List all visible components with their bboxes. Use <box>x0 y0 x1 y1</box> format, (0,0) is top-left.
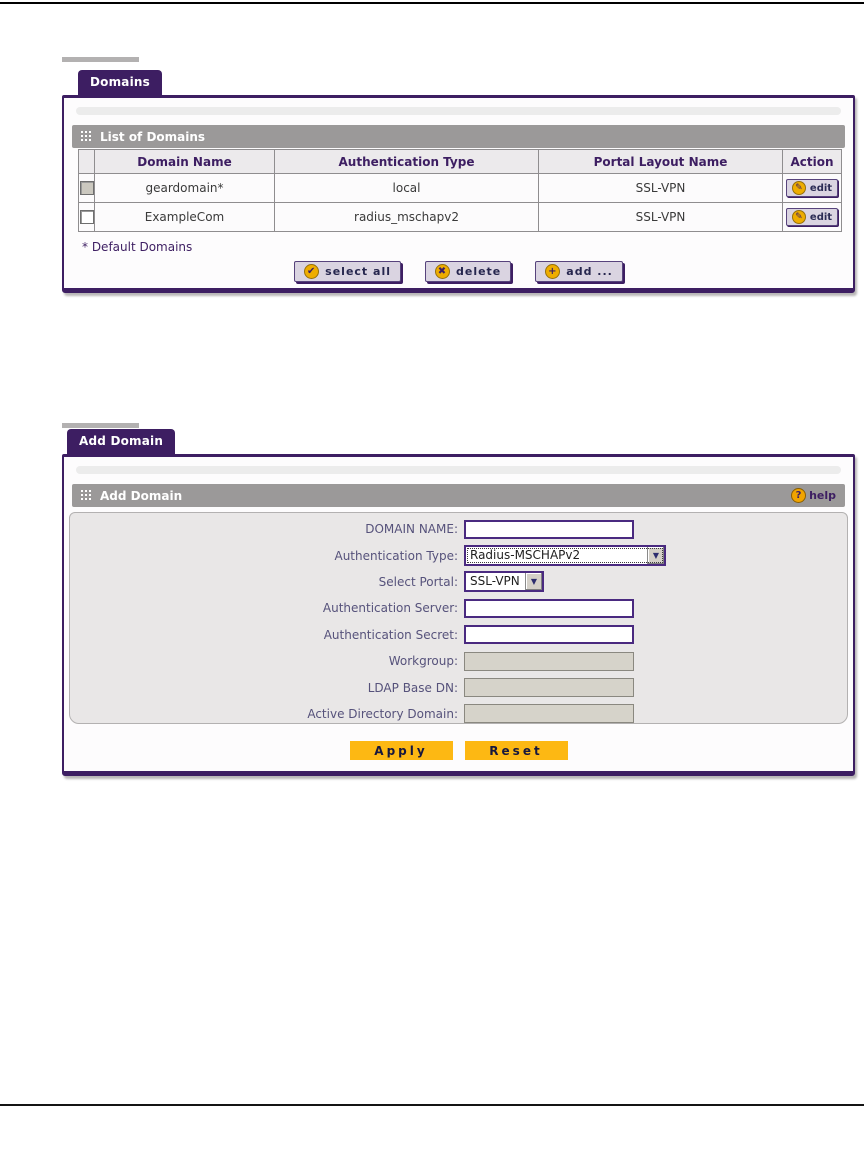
section-title: Add Domain <box>100 488 183 503</box>
authentication-secret-input[interactable] <box>464 625 634 645</box>
edit-button-label: edit <box>809 211 833 223</box>
delete-button[interactable]: ✖ delete <box>424 261 512 282</box>
reset-button[interactable]: Reset <box>464 741 568 760</box>
tab-domains[interactable]: Domains <box>78 70 163 95</box>
section-header-list-of-domains: List of Domains <box>72 125 845 148</box>
cell-domain-name: geardomain* <box>94 173 275 203</box>
column-header-portal-layout-name: Portal Layout Name <box>538 149 783 174</box>
authentication-type-value: Radius-MSCHAPv2 <box>470 548 581 563</box>
section-header-add-domain: Add Domain ? help <box>72 484 845 507</box>
page-bottom-rule <box>0 1104 864 1106</box>
authentication-type-select[interactable]: Radius-MSCHAPv2 ▼ <box>464 545 666 567</box>
cropped-bar <box>62 423 139 428</box>
row-checkbox[interactable] <box>80 181 94 196</box>
domain-name-input[interactable] <box>464 519 634 539</box>
column-header-authentication-type: Authentication Type <box>274 149 539 174</box>
check-icon: ✔ <box>304 264 320 279</box>
chevron-down-icon: ▼ <box>647 547 664 565</box>
toolbar-strip <box>76 466 841 474</box>
domains-table: Domain Name Authentication Type Portal L… <box>78 149 842 232</box>
cell-portal-layout-name: SSL-VPN <box>538 173 783 203</box>
table-actions: ✔ select all ✖ delete + add ... <box>64 261 853 282</box>
select-portal-value: SSL-VPN <box>470 574 520 589</box>
cell-domain-name: ExampleCom <box>94 202 275 232</box>
field-label-active-directory-domain: Active Directory Domain: <box>307 706 458 721</box>
domains-screenshot: Domains List of Domains Domain Name Auth… <box>62 57 855 309</box>
table-row: geardomain* local SSL-VPN ✎ edit <box>78 173 842 203</box>
tab-add-domain[interactable]: Add Domain <box>67 429 176 454</box>
x-icon: ✖ <box>434 264 450 279</box>
checkbox-column-header <box>78 149 95 174</box>
default-domains-footnote: * Default Domains <box>82 240 193 254</box>
edit-pencil-icon: ✎ <box>791 210 806 225</box>
authentication-server-input[interactable] <box>464 598 634 618</box>
field-label-ldap-base-dn: LDAP Base DN: <box>367 680 458 695</box>
help-label: help <box>809 489 836 502</box>
delete-label: delete <box>455 265 502 278</box>
select-all-label: select all <box>325 265 391 278</box>
workgroup-input <box>464 651 634 671</box>
field-label-authentication-server: Authentication Server: <box>322 601 458 616</box>
add-button[interactable]: + add ... <box>535 261 623 282</box>
edit-pencil-icon: ✎ <box>791 181 806 196</box>
add-domain-panel: Add Domain ? help DOMAIN NAME: Authentic… <box>62 454 855 776</box>
form-actions: Apply Reset <box>64 741 853 760</box>
page-top-rule <box>0 2 864 4</box>
field-label-workgroup: Workgroup: <box>388 654 458 669</box>
plus-icon: + <box>545 264 561 279</box>
add-domain-screenshot: Add Domain Add Domain ? help DOMAIN NAME… <box>62 423 855 783</box>
column-header-action: Action <box>782 149 842 174</box>
help-link[interactable]: ? help <box>791 488 836 503</box>
field-label-domain-name: DOMAIN NAME: <box>365 522 458 537</box>
table-row: ExampleCom radius_mschapv2 SSL-VPN ✎ edi… <box>78 202 842 232</box>
edit-button[interactable]: ✎ edit <box>785 179 839 198</box>
cell-portal-layout-name: SSL-VPN <box>538 202 783 232</box>
add-domain-form: DOMAIN NAME: Authentication Type: Radius… <box>69 512 848 724</box>
select-portal-select[interactable]: SSL-VPN ▼ <box>464 571 544 593</box>
field-label-authentication-secret: Authentication Secret: <box>323 627 458 642</box>
chevron-down-icon: ▼ <box>525 573 542 591</box>
column-header-domain-name: Domain Name <box>94 149 275 174</box>
cropped-bar <box>62 57 139 62</box>
help-icon: ? <box>791 488 807 503</box>
field-label-authentication-type: Authentication Type: <box>334 548 458 563</box>
table-header-row: Domain Name Authentication Type Portal L… <box>78 149 842 174</box>
select-all-button[interactable]: ✔ select all <box>294 261 401 282</box>
ldap-base-dn-input <box>464 678 634 698</box>
grid-icon <box>81 490 92 501</box>
toolbar-strip <box>76 107 841 115</box>
grid-icon <box>81 131 92 142</box>
domains-panel: List of Domains Domain Name Authenticati… <box>62 95 855 293</box>
active-directory-domain-input <box>464 704 634 724</box>
cell-authentication-type: radius_mschapv2 <box>274 202 539 232</box>
section-title: List of Domains <box>100 129 206 144</box>
manual-page: Domains List of Domains Domain Name Auth… <box>0 0 864 1170</box>
field-label-select-portal: Select Portal: <box>378 574 458 589</box>
cell-authentication-type: local <box>274 173 539 203</box>
apply-button[interactable]: Apply <box>349 741 453 760</box>
row-checkbox[interactable] <box>80 210 94 225</box>
add-label: add ... <box>566 265 613 278</box>
edit-button[interactable]: ✎ edit <box>785 208 839 227</box>
edit-button-label: edit <box>809 182 833 194</box>
